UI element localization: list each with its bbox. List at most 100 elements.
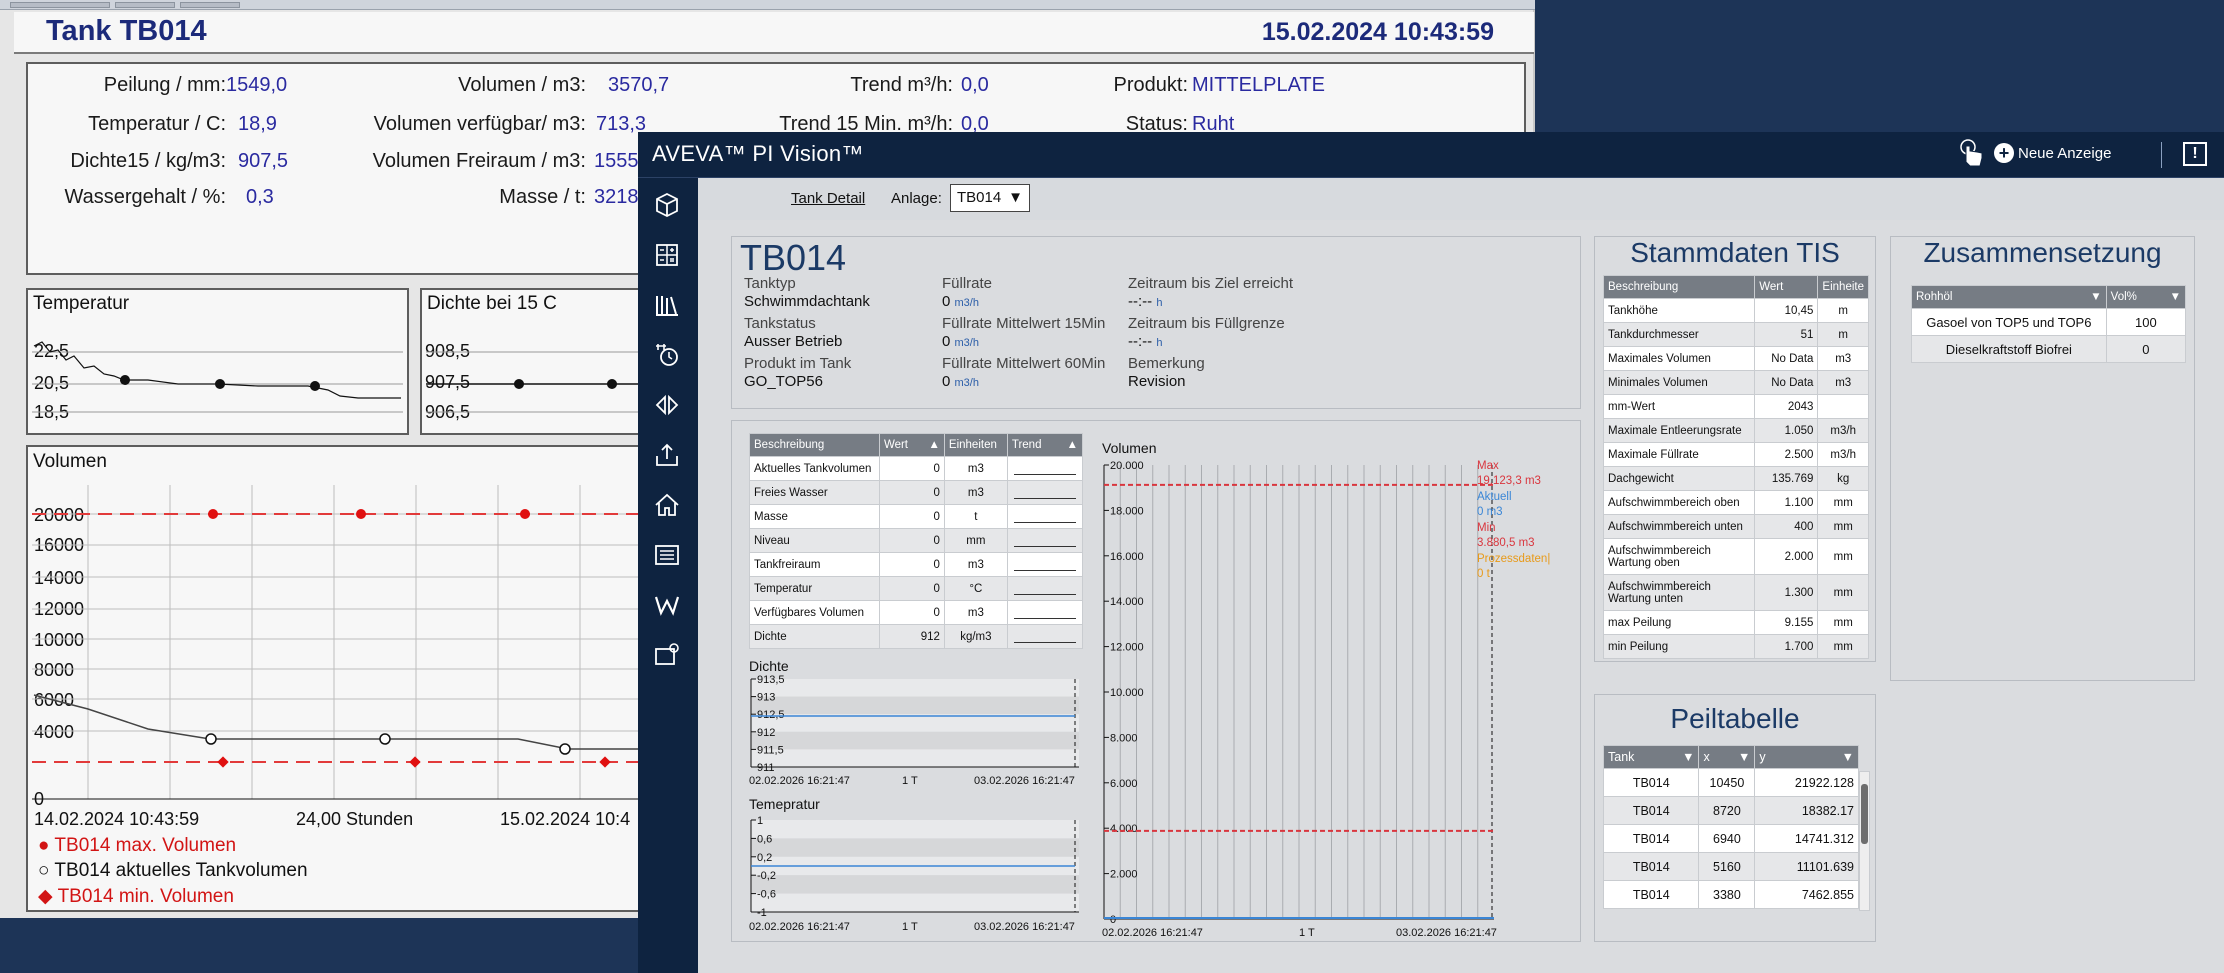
table-row[interactable]: Masse 0 t [749, 504, 1084, 529]
stamm-unit [1817, 394, 1869, 419]
trend-sparkline[interactable] [1006, 600, 1084, 625]
plus-icon[interactable]: + [1994, 143, 2014, 163]
y-tick-label: 20.000 [1110, 460, 1144, 472]
table-row[interactable]: max Peilung 9.155 mm [1602, 610, 1869, 635]
table-row[interactable]: Aktuelles Tankvolumen 0 m3 [749, 456, 1084, 481]
camera-icon[interactable] [654, 642, 680, 668]
volume-legend-name: Prozessdaten| [1477, 553, 1551, 565]
stamm-col-wert[interactable]: Wert [1754, 275, 1819, 299]
y-tick-label: 14.000 [1110, 596, 1144, 608]
trend-sparkline[interactable] [1006, 552, 1084, 577]
table-row[interactable]: TB014 3380 7462.855 [1602, 880, 1859, 909]
trend-sparkline[interactable] [1006, 624, 1084, 649]
table-row[interactable]: Temperatur 0 °C [749, 576, 1084, 601]
table-row[interactable]: Aufschwimmbereich unten 400 mm [1602, 514, 1869, 539]
table-row[interactable]: Aufschwimmbereich Wartung unten 1.300 mm [1602, 574, 1869, 611]
table-row[interactable]: Minimales Volumen No Data m3 [1602, 370, 1869, 395]
table-row[interactable]: Tankdurchmesser 51 m [1602, 322, 1869, 347]
stamm-col-beschreibung[interactable]: Beschreibung [1602, 275, 1756, 299]
table-row[interactable]: Maximale Füllrate 2.500 m3/h [1602, 442, 1869, 467]
tankstatus-label: Tankstatus [744, 315, 816, 332]
library-icon[interactable] [654, 292, 680, 318]
upload-icon[interactable] [654, 442, 680, 468]
col-wert[interactable]: Wert ▲ [878, 433, 945, 457]
chart-band [751, 893, 1079, 912]
legacy-current-marker [205, 733, 217, 745]
legacy-tank-title: Tank TB014 [46, 15, 207, 47]
table-row[interactable]: Niveau 0 mm [749, 528, 1084, 553]
table-row[interactable]: Tankhöhe 10,45 m [1602, 298, 1869, 323]
legacy-density-plot [426, 351, 643, 413]
compare-icon[interactable] [654, 392, 680, 418]
value-number: 0 [878, 528, 945, 553]
calculator-icon[interactable] [654, 242, 680, 268]
cube-icon[interactable] [654, 192, 680, 218]
table-row[interactable]: Verfügbares Volumen 0 m3 [749, 600, 1084, 625]
peil-col-y[interactable]: y ▼ [1754, 745, 1859, 769]
w-icon[interactable] [654, 592, 680, 618]
value-description: Verfügbares Volumen [749, 600, 880, 625]
table-row[interactable]: TB014 5160 11101.639 [1602, 852, 1859, 881]
peil-col-tank[interactable]: Tank ▼ [1602, 745, 1700, 769]
chart-band [751, 820, 1079, 839]
alert-icon[interactable]: ! [2183, 142, 2207, 166]
table-row[interactable]: Dichte 912 kg/m3 [749, 624, 1084, 649]
table-row[interactable]: TB014 10450 21922.128 [1602, 768, 1859, 797]
table-row[interactable]: Maximale Entleerungsrate 1.050 m3/h [1602, 418, 1869, 443]
pi-vision-header: AVEVA™ PI Vision™ + Neue Anzeige ! [638, 132, 2224, 178]
table-row[interactable]: Dachgewicht 135.769 kg [1602, 466, 1869, 491]
table-row[interactable]: TB014 6940 14741.312 [1602, 824, 1859, 853]
anlage-select[interactable]: TB014 ▼ [950, 184, 1030, 212]
trend-sparkline[interactable] [1006, 456, 1084, 481]
stamm-col-einheit[interactable]: Einheite [1817, 275, 1869, 299]
stamm-value: 1.700 [1754, 634, 1819, 659]
stamm-unit: mm [1817, 574, 1869, 611]
table-row[interactable]: Aufschwimmbereich oben 1.100 mm [1602, 490, 1869, 515]
trend-sparkline[interactable] [1006, 576, 1084, 601]
zeitraum-ziel-unit: h [1156, 297, 1163, 309]
col-einheiten[interactable]: Einheiten [943, 433, 1008, 457]
tanktyp-label: Tanktyp [744, 275, 796, 292]
peil-x: 5160 [1698, 852, 1756, 881]
list-icon[interactable] [654, 542, 680, 568]
peil-y: 14741.312 [1754, 824, 1859, 853]
breadcrumb-tank-detail[interactable]: Tank Detail [791, 190, 865, 207]
table-row[interactable]: Gasoel von TOP5 und TOP6 100 [1911, 308, 2187, 336]
home-icon[interactable] [654, 492, 680, 518]
new-display-button[interactable]: Neue Anzeige [2018, 145, 2111, 162]
chart-band [751, 679, 1079, 697]
pi-vision-brand: AVEVA™ PI Vision™ [652, 141, 864, 166]
zus-col-rohoel[interactable]: Rohhöl ▼ [1911, 285, 2107, 309]
touch-hand-icon[interactable] [1956, 138, 1986, 170]
table-row[interactable]: min Peilung 1.700 mm [1602, 634, 1869, 659]
peil-scrollbar[interactable] [1859, 771, 1870, 911]
col-trend[interactable]: Trend ▲ [1006, 433, 1084, 457]
trend-sparkline[interactable] [1006, 528, 1084, 553]
peil-col-x[interactable]: x ▼ [1698, 745, 1756, 769]
table-row[interactable]: TB014 8720 18382.17 [1602, 796, 1859, 825]
table-row[interactable]: mm-Wert 2043 [1602, 394, 1869, 419]
zus-col-vol[interactable]: Vol% ▼ [2105, 285, 2187, 309]
filter-icon: ▼ [1841, 750, 1854, 764]
col-beschreibung-label: Beschreibung [754, 439, 825, 451]
legacy-x-start: 14.02.2024 10:43:59 [34, 809, 200, 829]
composition-name: Gasoel von TOP5 und TOP6 [1911, 308, 2107, 336]
table-row[interactable]: Maximales Volumen No Data m3 [1602, 346, 1869, 371]
zusammensetzung-table: Rohhöl ▼ Vol% ▼ Gasoel von TOP5 und TOP6 10… [1911, 285, 2187, 363]
legacy-current-marker [559, 743, 571, 755]
legacy-volume-panel: Volumen 20000 16000 14000 12000 10000 8000 600… [26, 445, 651, 912]
peil-scrollbar-thumb[interactable] [1861, 784, 1868, 844]
trend-sparkline[interactable] [1006, 480, 1084, 505]
stamm-unit: mm [1817, 610, 1869, 635]
col-beschreibung[interactable]: Beschreibung [749, 433, 880, 457]
stamm-value: 1.100 [1754, 490, 1819, 515]
y-tick-label: 18.000 [1110, 505, 1144, 517]
alarm-clock-icon[interactable] [654, 342, 680, 368]
table-row[interactable]: Aufschwimmbereich Wartung oben 2.000 mm [1602, 538, 1869, 575]
table-row[interactable]: Dieselkraftstoff Biofrei 0 [1911, 335, 2187, 363]
legacy-max-marker [520, 509, 530, 519]
table-row[interactable]: Freies Wasser 0 m3 [749, 480, 1084, 505]
value-number: 912 [878, 624, 945, 649]
table-row[interactable]: Tankfreiraum 0 m3 [749, 552, 1084, 577]
trend-sparkline[interactable] [1006, 504, 1084, 529]
